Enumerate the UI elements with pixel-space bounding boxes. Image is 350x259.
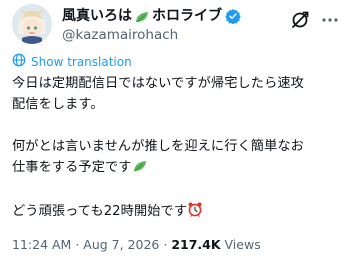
avatar[interactable] (12, 4, 52, 44)
tweet-text: 今日は定期配信日ではないですが帰宅したら速攻 配信をします。 何がとは言いません… (12, 73, 342, 224)
grok-icon[interactable] (290, 10, 310, 30)
tweet-line: 何がとは言いませんが推しを迎えに行く簡単なお (12, 139, 304, 154)
tweet-header: 風真いろは ホロライブ @kazamairohach (12, 4, 340, 48)
author-name-row[interactable]: 風真いろは ホロライブ (62, 7, 241, 25)
tweet-line: 配信をします。 (12, 97, 104, 112)
views-label[interactable]: Views (225, 237, 261, 252)
alarm-clock-emoji-icon (187, 201, 203, 224)
tweet-line: 今日は定期配信日ではないですが帰宅したら速攻 (12, 76, 304, 91)
views-count[interactable]: 217.4K (171, 237, 220, 252)
author-display-name[interactable]: 風真いろは (62, 7, 132, 25)
verified-badge-icon (225, 8, 241, 25)
author-affiliation[interactable]: ホロライブ (152, 7, 222, 25)
sprout-emoji-icon (132, 159, 148, 180)
show-translation-link[interactable]: Show translation (12, 53, 132, 71)
tweet-date[interactable]: Aug 7, 2026 (83, 237, 159, 252)
tweet-meta: 11:24 AM · Aug 7, 2026 · 217.4K Views (12, 237, 261, 253)
tweet-line: 仕事をする予定です (12, 160, 132, 175)
more-icon[interactable] (320, 10, 340, 30)
globe-icon (12, 53, 26, 71)
tweet-line: どう頑張っても22時開始です (12, 204, 188, 219)
tweet-time[interactable]: 11:24 AM (12, 237, 71, 252)
author-handle[interactable]: @kazamairohach (62, 27, 178, 44)
show-translation-label[interactable]: Show translation (31, 54, 132, 70)
leaf-icon (134, 9, 150, 23)
